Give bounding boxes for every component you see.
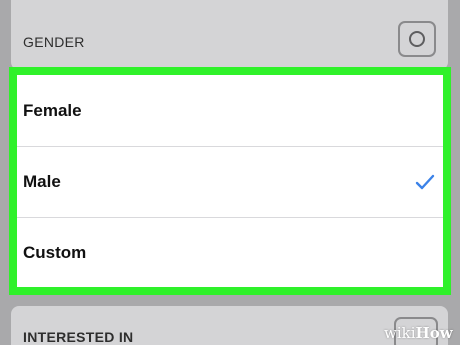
gender-option-label: Male — [23, 172, 61, 191]
page: GENDER Female Male Custom INTERESTED IN … — [0, 0, 460, 345]
gender-privacy-button[interactable] — [398, 21, 436, 57]
watermark-suffix: How — [415, 324, 453, 342]
gender-option-male[interactable]: Male — [17, 146, 443, 217]
circle-icon — [409, 31, 425, 47]
watermark-logo: wikiHow — [384, 324, 453, 342]
interested-in-label: INTERESTED IN — [23, 329, 134, 345]
gender-option-label: Female — [23, 100, 82, 120]
watermark-prefix: wiki — [384, 324, 416, 342]
gender-option-label: Custom — [23, 242, 87, 262]
gender-option-custom[interactable]: Custom — [17, 217, 443, 287]
checkmark-icon — [415, 174, 435, 190]
gender-options-list: Female Male Custom — [17, 75, 443, 287]
gender-section-label: GENDER — [23, 34, 85, 50]
gender-option-female[interactable]: Female — [17, 75, 443, 146]
